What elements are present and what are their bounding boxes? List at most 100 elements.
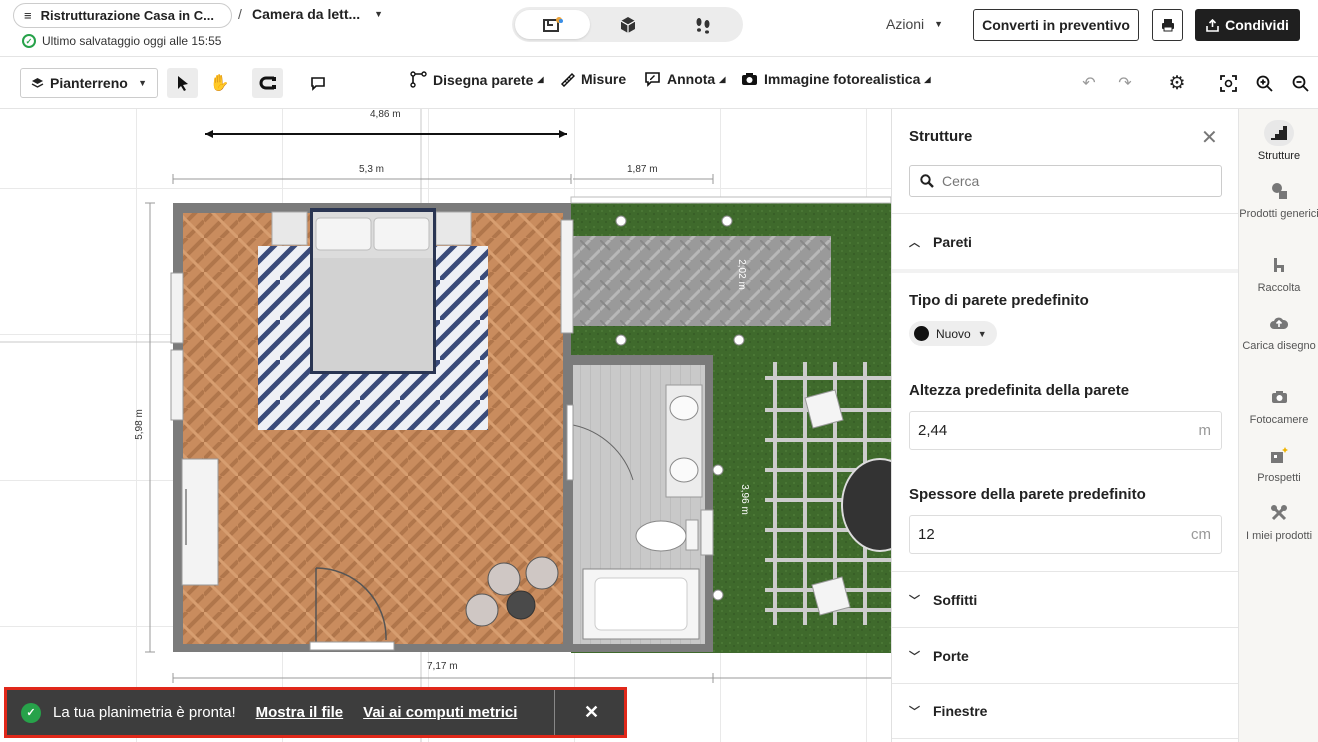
upload-cloud-icon — [1264, 310, 1294, 336]
wall-height-value: 2,44 — [918, 422, 948, 439]
section-walls-label: Pareti — [933, 233, 972, 250]
wall-type-label: Tipo di parete predefinito — [909, 292, 1089, 309]
wall-thickness-label: Spessore della parete predefinito — [909, 486, 1146, 503]
walk-footsteps-icon — [696, 17, 709, 34]
section-windows-header[interactable]: ﹀ Finestre — [892, 683, 1239, 739]
magnet-snap-icon — [259, 76, 276, 90]
section-label: Porte — [933, 647, 969, 664]
select-tool-button[interactable] — [167, 68, 198, 98]
measures-tool[interactable]: Misure — [559, 71, 626, 87]
pan-tool-button[interactable]: ✋ — [204, 68, 235, 98]
gear-icon: ⚙ — [1168, 72, 1186, 94]
zoom-out-icon — [1292, 75, 1309, 92]
category-sidebar: Strutture Prodotti generici Raccolta Car… — [1238, 109, 1318, 742]
wall-height-input[interactable]: 2,44 m — [909, 411, 1222, 450]
structures-panel: Strutture ✕ Cerca ︿ Pareti Tipo di paret… — [891, 109, 1239, 742]
submenu-indicator-icon: ◢ — [719, 74, 726, 84]
floor-label: Pianterreno — [50, 75, 128, 91]
actions-menu[interactable]: Azioni ▼ — [886, 16, 943, 32]
search-placeholder: Cerca — [942, 173, 980, 189]
view-walk-button[interactable] — [665, 10, 740, 39]
sidebar-item-generic-products[interactable]: Prodotti generici — [1239, 178, 1318, 222]
sidebar-item-label: Carica disegno — [1242, 340, 1316, 352]
search-icon — [920, 174, 934, 188]
chevron-down-icon: ▼ — [374, 9, 384, 19]
submenu-indicator-icon: ◢ — [924, 74, 931, 84]
zoom-in-button[interactable] — [1250, 68, 1278, 98]
snap-toggle-button[interactable] — [252, 68, 283, 98]
section-label: Soffitti — [933, 591, 978, 608]
dimension-label: 1,87 m — [627, 164, 658, 175]
wall-type-dropdown[interactable]: Nuovo ▼ — [909, 321, 997, 346]
dimension-label: 5,98 m — [133, 409, 145, 440]
layers-icon — [31, 78, 44, 88]
sidebar-item-label: Prodotti generici — [1239, 208, 1318, 220]
cursor-arrow-icon — [177, 76, 188, 91]
annotate-tool[interactable]: Annota ◢ — [644, 71, 725, 87]
zoom-out-button[interactable] — [1286, 68, 1314, 98]
sidebar-item-structures[interactable]: Strutture — [1239, 120, 1318, 164]
focus-frame-icon — [1219, 74, 1237, 92]
notification-toast: ✓ La tua planimetria è pronta! Mostra il… — [4, 687, 627, 738]
project-title: Ristrutturazione Casa in C... — [40, 8, 214, 23]
sidebar-item-my-products[interactable]: I miei prodotti — [1239, 500, 1318, 544]
share-button[interactable]: Condividi — [1195, 9, 1300, 41]
chevron-down-icon: ﹀ — [909, 650, 920, 663]
project-title-button[interactable]: ≡ Ristrutturazione Casa in C... — [13, 3, 232, 28]
share-upload-icon — [1206, 18, 1219, 32]
room-name: Camera da lett... — [252, 6, 361, 22]
wall-thickness-unit: cm — [1191, 526, 1211, 543]
redo-icon: ↷ — [1118, 75, 1132, 92]
close-toast-icon[interactable]: ✕ — [584, 702, 599, 723]
room-selector[interactable]: Camera da lett... ▼ — [252, 6, 383, 22]
photoreal-label: Immagine fotorealistica — [764, 71, 921, 87]
tools-icon — [1264, 500, 1294, 526]
draw-wall-label: Disegna parete — [433, 71, 534, 88]
save-status: ✓ Ultimo salvataggio oggi alle 15:55 — [22, 34, 221, 48]
chevron-down-icon: ﹀ — [909, 706, 920, 718]
dimension-label: 3,96 m — [738, 484, 750, 515]
undo-button[interactable]: ↶ — [1076, 68, 1102, 98]
convert-to-quote-button[interactable]: Converti in preventivo — [973, 9, 1139, 41]
editor-toolbar: Pianterreno ▼ ✋ Disegna parete ◢ Misure A… — [0, 57, 1318, 109]
sidebar-item-label: I miei prodotti — [1245, 530, 1313, 542]
show-file-link[interactable]: Mostra il file — [256, 704, 344, 721]
check-circle-icon: ✓ — [22, 34, 36, 48]
close-panel-icon[interactable]: ✕ — [1201, 125, 1218, 150]
hamburger-menu-icon: ≡ — [24, 8, 32, 23]
go-to-bill-of-quantities-link[interactable]: Vai ai computi metrici — [363, 704, 517, 721]
share-label: Condividi — [1225, 17, 1289, 33]
sidebar-item-elevations[interactable]: Prospetti — [1239, 442, 1318, 486]
wall-height-unit: m — [1198, 422, 1212, 439]
furniture-icon — [1264, 178, 1294, 204]
sidebar-item-upload-drawing[interactable]: Carica disegno — [1239, 310, 1318, 354]
search-input[interactable]: Cerca — [909, 165, 1222, 197]
view-3d-button[interactable] — [590, 10, 665, 39]
floor-selector[interactable]: Pianterreno ▼ — [20, 68, 158, 98]
redo-button[interactable]: ↷ — [1112, 68, 1138, 98]
chair-icon — [1264, 252, 1294, 278]
print-button[interactable] — [1152, 9, 1183, 41]
comment-button[interactable] — [302, 68, 333, 98]
view-2d-button[interactable] — [515, 10, 590, 39]
section-ceilings-header[interactable]: ﹀ Soffitti — [892, 571, 1239, 627]
submenu-indicator-icon: ◢ — [537, 75, 544, 84]
top-bar: ≡ Ristrutturazione Casa in C... / Camera… — [0, 0, 1318, 57]
3d-box-icon — [620, 16, 635, 33]
draw-wall-tool[interactable]: Disegna parete ◢ — [410, 71, 544, 88]
sidebar-item-label: Strutture — [1257, 150, 1301, 162]
fit-view-button[interactable] — [1214, 68, 1242, 98]
settings-button[interactable]: ⚙ — [1162, 68, 1192, 98]
wall-thickness-value: 12 — [918, 526, 935, 543]
sidebar-item-collection[interactable]: Raccolta — [1239, 252, 1318, 296]
photoreal-image-tool[interactable]: Immagine fotorealistica ◢ — [741, 71, 931, 87]
panel-title: Strutture — [909, 128, 973, 145]
floor-plan-canvas[interactable]: 4,86 m 5,3 m 1,87 m 5,98 m 7,17 m 2,02 m… — [0, 109, 891, 742]
sidebar-item-label: Fotocamere — [1249, 414, 1309, 426]
sidebar-item-cameras[interactable]: Fotocamere — [1239, 384, 1318, 428]
section-walls-header[interactable]: ︿ Pareti — [892, 213, 1239, 273]
breadcrumb-separator: / — [238, 6, 242, 22]
save-status-text: Ultimo salvataggio oggi alle 15:55 — [42, 34, 222, 48]
wall-thickness-input[interactable]: 12 cm — [909, 515, 1222, 554]
section-doors-header[interactable]: ﹀ Porte — [892, 627, 1239, 683]
